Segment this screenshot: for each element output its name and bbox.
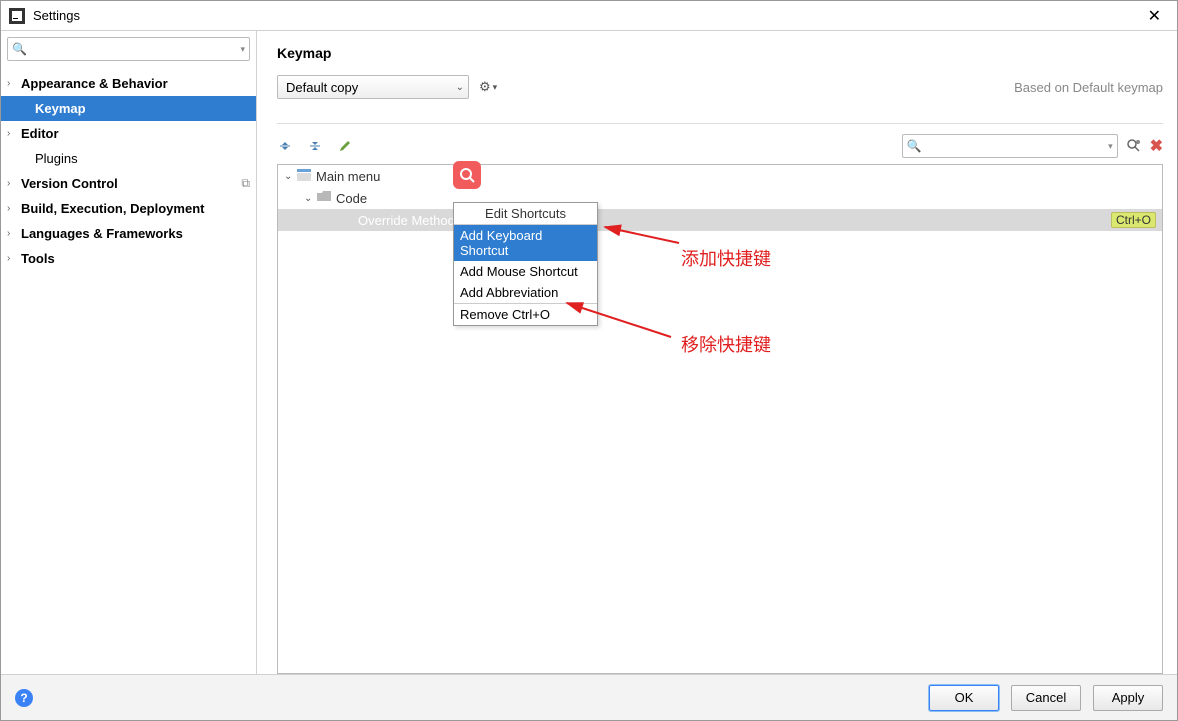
sidebar-search-box[interactable]: 🔍 ▾	[7, 37, 250, 61]
sidebar-item-label: Keymap	[35, 101, 86, 116]
sidebar-item-label: Tools	[21, 251, 55, 266]
chevron-down-icon: ▾	[493, 82, 498, 93]
sidebar-item-label: Plugins	[35, 151, 78, 166]
close-icon[interactable]: ✕	[1140, 6, 1169, 26]
window-title: Settings	[33, 8, 1140, 23]
edit-icon[interactable]	[337, 138, 353, 154]
tree-row-main-menu[interactable]: ⌄ Main menu	[278, 165, 1162, 187]
chevron-right-icon: ›	[7, 178, 21, 189]
sidebar-item-label: Version Control	[21, 176, 118, 191]
context-menu-header: Edit Shortcuts	[454, 203, 597, 225]
sidebar-item-label: Appearance & Behavior	[21, 76, 168, 91]
annotation-text: 移除快捷键	[681, 331, 771, 357]
sidebar-item-keymap[interactable]: Keymap	[1, 96, 256, 121]
chevron-right-icon: ›	[7, 78, 21, 89]
collapse-all-icon[interactable]	[307, 138, 323, 154]
chevron-right-icon: ›	[7, 203, 21, 214]
settings-gear-dropdown[interactable]: ⚙ ▾	[479, 79, 497, 95]
title-bar: Settings ✕	[1, 1, 1177, 31]
actions-search-input[interactable]	[926, 139, 1109, 154]
chevron-right-icon: ›	[7, 253, 21, 264]
search-overlay-icon	[453, 161, 481, 189]
chevron-right-icon: ›	[7, 228, 21, 239]
tree-label: Main menu	[316, 169, 380, 184]
actions-search-box[interactable]: 🔍 ▾	[902, 134, 1118, 158]
sidebar-item-label: Editor	[21, 126, 59, 141]
annotation-arrow-icon	[601, 223, 681, 249]
dropdown-arrow-icon[interactable]: ▾	[240, 44, 245, 55]
sidebar-item-languages[interactable]: › Languages & Frameworks	[1, 221, 256, 246]
sidebar-item-tools[interactable]: › Tools	[1, 246, 256, 271]
gear-icon: ⚙	[479, 79, 491, 95]
based-on-label: Based on Default keymap	[1014, 80, 1163, 95]
sidebar-search-input[interactable]	[31, 42, 241, 57]
sidebar-search-row: 🔍 ▾	[1, 31, 256, 67]
templates-row: Default copy ⌄ ⚙ ▾ Based on Default keym…	[277, 75, 1163, 99]
shortcut-badge: Ctrl+O	[1111, 212, 1156, 228]
sidebar-item-label: Languages & Frameworks	[21, 226, 183, 241]
sidebar: 🔍 ▾ › Appearance & Behavior Keymap › Edi…	[1, 31, 257, 674]
apply-button[interactable]: Apply	[1093, 685, 1163, 711]
search-icon: 🔍	[12, 42, 27, 56]
clear-icon[interactable]: ✖	[1150, 136, 1163, 156]
menu-add-keyboard-shortcut[interactable]: Add Keyboard Shortcut	[454, 225, 597, 261]
chevron-down-icon: ⌄	[456, 82, 464, 93]
annotation-arrow-icon	[563, 299, 673, 339]
chevron-right-icon: ›	[7, 128, 21, 139]
expand-toggle-icon[interactable]: ⌄	[284, 171, 296, 182]
sidebar-items: › Appearance & Behavior Keymap › Editor …	[1, 67, 256, 674]
expand-all-icon[interactable]	[277, 138, 293, 154]
menu-add-mouse-shortcut[interactable]: Add Mouse Shortcut	[454, 261, 597, 282]
app-icon	[9, 8, 25, 24]
page-title: Keymap	[277, 45, 1163, 61]
find-action-icon[interactable]	[1126, 138, 1142, 154]
tree-label: Code	[336, 191, 367, 206]
keymap-template-dropdown[interactable]: Default copy ⌄	[277, 75, 469, 99]
tree-row-override-methods[interactable]: Override Methods... Ctrl+O	[278, 209, 1162, 231]
folder-icon	[316, 191, 332, 206]
footer: ? OK Cancel Apply	[1, 674, 1177, 720]
search-icon: 🔍	[907, 139, 922, 153]
sidebar-item-version-control[interactable]: › Version Control ⧉	[1, 171, 256, 196]
menu-icon	[296, 169, 312, 184]
cancel-button[interactable]: Cancel	[1011, 685, 1081, 711]
expand-toggle-icon[interactable]: ⌄	[304, 193, 316, 204]
annotation-text: 添加快捷键	[681, 245, 771, 271]
dropdown-arrow-icon[interactable]: ▾	[1108, 141, 1113, 152]
tree-row-code[interactable]: ⌄ Code	[278, 187, 1162, 209]
actions-tree[interactable]: ⌄ Main menu ⌄ Code Override Methods... C…	[277, 164, 1163, 674]
help-icon[interactable]: ?	[15, 689, 33, 707]
toolbar-row: 🔍 ▾ ✖	[277, 123, 1163, 158]
sidebar-item-editor[interactable]: › Editor	[1, 121, 256, 146]
dropdown-value: Default copy	[286, 80, 456, 95]
copy-icon: ⧉	[241, 176, 250, 191]
sidebar-item-label: Build, Execution, Deployment	[21, 201, 204, 216]
ok-button[interactable]: OK	[929, 685, 999, 711]
sidebar-item-appearance[interactable]: › Appearance & Behavior	[1, 71, 256, 96]
sidebar-item-build[interactable]: › Build, Execution, Deployment	[1, 196, 256, 221]
sidebar-item-plugins[interactable]: Plugins	[1, 146, 256, 171]
